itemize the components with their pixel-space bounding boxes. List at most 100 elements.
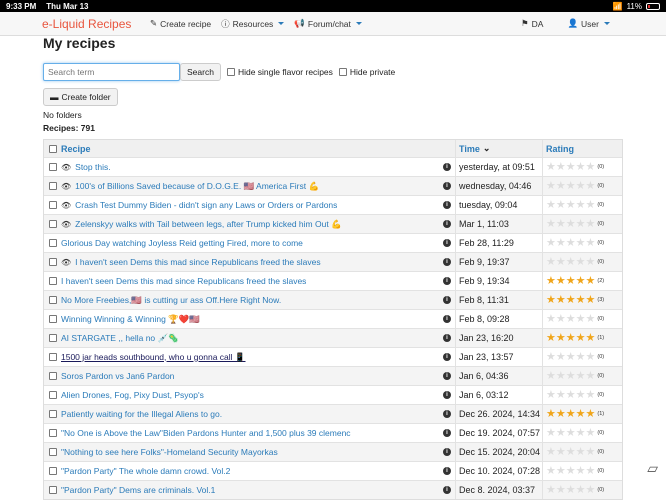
star-icon[interactable]: ★ <box>576 484 586 496</box>
info-icon[interactable]: i <box>443 182 451 190</box>
row-checkbox[interactable] <box>49 258 57 266</box>
star-icon[interactable]: ★ <box>566 446 576 458</box>
star-icon[interactable]: ★ <box>556 446 566 458</box>
row-checkbox[interactable] <box>49 315 57 323</box>
info-icon[interactable]: i <box>443 201 451 209</box>
table-row[interactable]: "Pardon Party" Dems are criminals. Vol.1… <box>44 480 622 499</box>
row-checkbox[interactable] <box>49 486 57 494</box>
nav-create-recipe[interactable]: ✎ Create recipe <box>150 18 211 29</box>
search-input[interactable] <box>43 63 180 81</box>
star-icon[interactable]: ★ <box>566 218 576 230</box>
brand-logo[interactable]: e-Liquid Recipes <box>42 17 150 31</box>
nav-user[interactable]: 👤 User <box>567 18 610 29</box>
info-icon[interactable]: i <box>443 315 451 323</box>
info-icon[interactable]: i <box>443 486 451 494</box>
star-icon[interactable]: ★ <box>586 161 596 173</box>
star-icon[interactable]: ★ <box>576 332 586 344</box>
info-icon[interactable]: i <box>443 334 451 342</box>
star-icon[interactable]: ★ <box>576 180 586 192</box>
recipe-link[interactable]: I haven't seen Dems this mad since Repub… <box>75 257 320 267</box>
row-checkbox[interactable] <box>49 391 57 399</box>
star-icon[interactable]: ★ <box>556 199 566 211</box>
header-recipe[interactable]: Recipe <box>61 144 91 154</box>
star-icon[interactable]: ★ <box>546 275 556 287</box>
row-checkbox[interactable] <box>49 448 57 456</box>
table-row[interactable]: 👁 Zelenskyy walks with Tail between legs… <box>44 214 622 233</box>
star-icon[interactable]: ★ <box>566 161 576 173</box>
star-icon[interactable]: ★ <box>556 256 566 268</box>
star-icon[interactable]: ★ <box>546 370 556 382</box>
row-checkbox[interactable] <box>49 182 57 190</box>
info-icon[interactable]: i <box>443 239 451 247</box>
star-icon[interactable]: ★ <box>556 389 566 401</box>
star-icon[interactable]: ★ <box>556 218 566 230</box>
star-icon[interactable]: ★ <box>546 351 556 363</box>
info-icon[interactable]: i <box>443 296 451 304</box>
checkbox-box[interactable] <box>338 68 347 76</box>
star-icon[interactable]: ★ <box>546 332 556 344</box>
star-icon[interactable]: ★ <box>586 218 596 230</box>
star-icon[interactable]: ★ <box>566 370 576 382</box>
row-checkbox[interactable] <box>49 239 57 247</box>
row-checkbox[interactable] <box>49 353 57 361</box>
star-icon[interactable]: ★ <box>556 370 566 382</box>
row-checkbox[interactable] <box>49 220 57 228</box>
star-icon[interactable]: ★ <box>586 389 596 401</box>
recipe-link[interactable]: 1500 jar heads southbound, who u gonna c… <box>61 352 246 363</box>
recipe-link[interactable]: "No One is Above the Law"Biden Pardons H… <box>61 428 351 438</box>
row-checkbox[interactable] <box>49 201 57 209</box>
star-icon[interactable]: ★ <box>546 313 556 325</box>
info-icon[interactable]: i <box>443 258 451 266</box>
star-icon[interactable]: ★ <box>586 237 596 249</box>
row-checkbox[interactable] <box>49 334 57 342</box>
star-icon[interactable]: ★ <box>546 427 556 439</box>
search-button[interactable]: Search <box>180 63 221 81</box>
star-icon[interactable]: ★ <box>556 408 566 420</box>
row-checkbox[interactable] <box>49 296 57 304</box>
star-icon[interactable]: ★ <box>576 427 586 439</box>
star-icon[interactable]: ★ <box>576 294 586 306</box>
star-icon[interactable]: ★ <box>566 180 576 192</box>
star-icon[interactable]: ★ <box>586 294 596 306</box>
info-icon[interactable]: i <box>443 163 451 171</box>
table-row[interactable]: AI STARGATE ,, hella no 💉🦠 i Jan 23, 16:… <box>44 328 622 347</box>
table-row[interactable]: I haven't seen Dems this mad since Repub… <box>44 271 622 290</box>
select-all-checkbox[interactable] <box>49 144 57 153</box>
info-icon[interactable]: i <box>443 429 451 437</box>
hide-single-checkbox[interactable]: Hide single flavor recipes <box>226 67 333 77</box>
row-checkbox[interactable] <box>49 277 57 285</box>
star-icon[interactable]: ★ <box>576 256 586 268</box>
table-row[interactable]: Patiently waiting for the Illegal Aliens… <box>44 404 622 423</box>
star-icon[interactable]: ★ <box>556 180 566 192</box>
recipe-link[interactable]: 100's of Billions Saved because of D.O.G… <box>75 181 319 192</box>
table-row[interactable]: 👁 100's of Billions Saved because of D.O… <box>44 176 622 195</box>
table-row[interactable]: Glorious Day watching Joyless Reid getti… <box>44 233 622 252</box>
star-icon[interactable]: ★ <box>566 275 576 287</box>
recipe-link[interactable]: Zelenskyy walks with Tail between legs, … <box>75 219 341 230</box>
star-icon[interactable]: ★ <box>586 370 596 382</box>
header-rating[interactable]: Rating <box>546 144 574 154</box>
info-icon[interactable]: i <box>443 467 451 475</box>
star-icon[interactable]: ★ <box>566 408 576 420</box>
recipe-link[interactable]: No More Freebies,🇺🇸 is cutting ur ass Of… <box>61 295 281 306</box>
star-icon[interactable]: ★ <box>586 446 596 458</box>
star-icon[interactable]: ★ <box>566 484 576 496</box>
star-icon[interactable]: ★ <box>586 332 596 344</box>
star-icon[interactable]: ★ <box>546 256 556 268</box>
star-icon[interactable]: ★ <box>556 465 566 477</box>
star-icon[interactable]: ★ <box>546 446 556 458</box>
recipe-link[interactable]: "Pardon Party" Dems are criminals. Vol.1 <box>61 485 215 495</box>
star-icon[interactable]: ★ <box>556 313 566 325</box>
star-icon[interactable]: ★ <box>586 408 596 420</box>
info-icon[interactable]: i <box>443 372 451 380</box>
table-row[interactable]: 1500 jar heads southbound, who u gonna c… <box>44 347 622 366</box>
star-icon[interactable]: ★ <box>586 256 596 268</box>
recipe-link[interactable]: "Pardon Party" The whole damn crowd. Vol… <box>61 466 230 476</box>
nav-forum[interactable]: 📢 Forum/chat <box>294 18 362 29</box>
recipe-link[interactable]: I haven't seen Dems this mad since Repub… <box>61 276 306 286</box>
table-row[interactable]: 👁 Crash Test Dummy Biden - didn't sign a… <box>44 195 622 214</box>
star-icon[interactable]: ★ <box>566 237 576 249</box>
recipe-link[interactable]: AI STARGATE ,, hella no 💉🦠 <box>61 333 179 344</box>
recipe-link[interactable]: Alien Drones, Fog, Pixy Dust, Psyop's <box>61 390 204 400</box>
star-icon[interactable]: ★ <box>546 218 556 230</box>
